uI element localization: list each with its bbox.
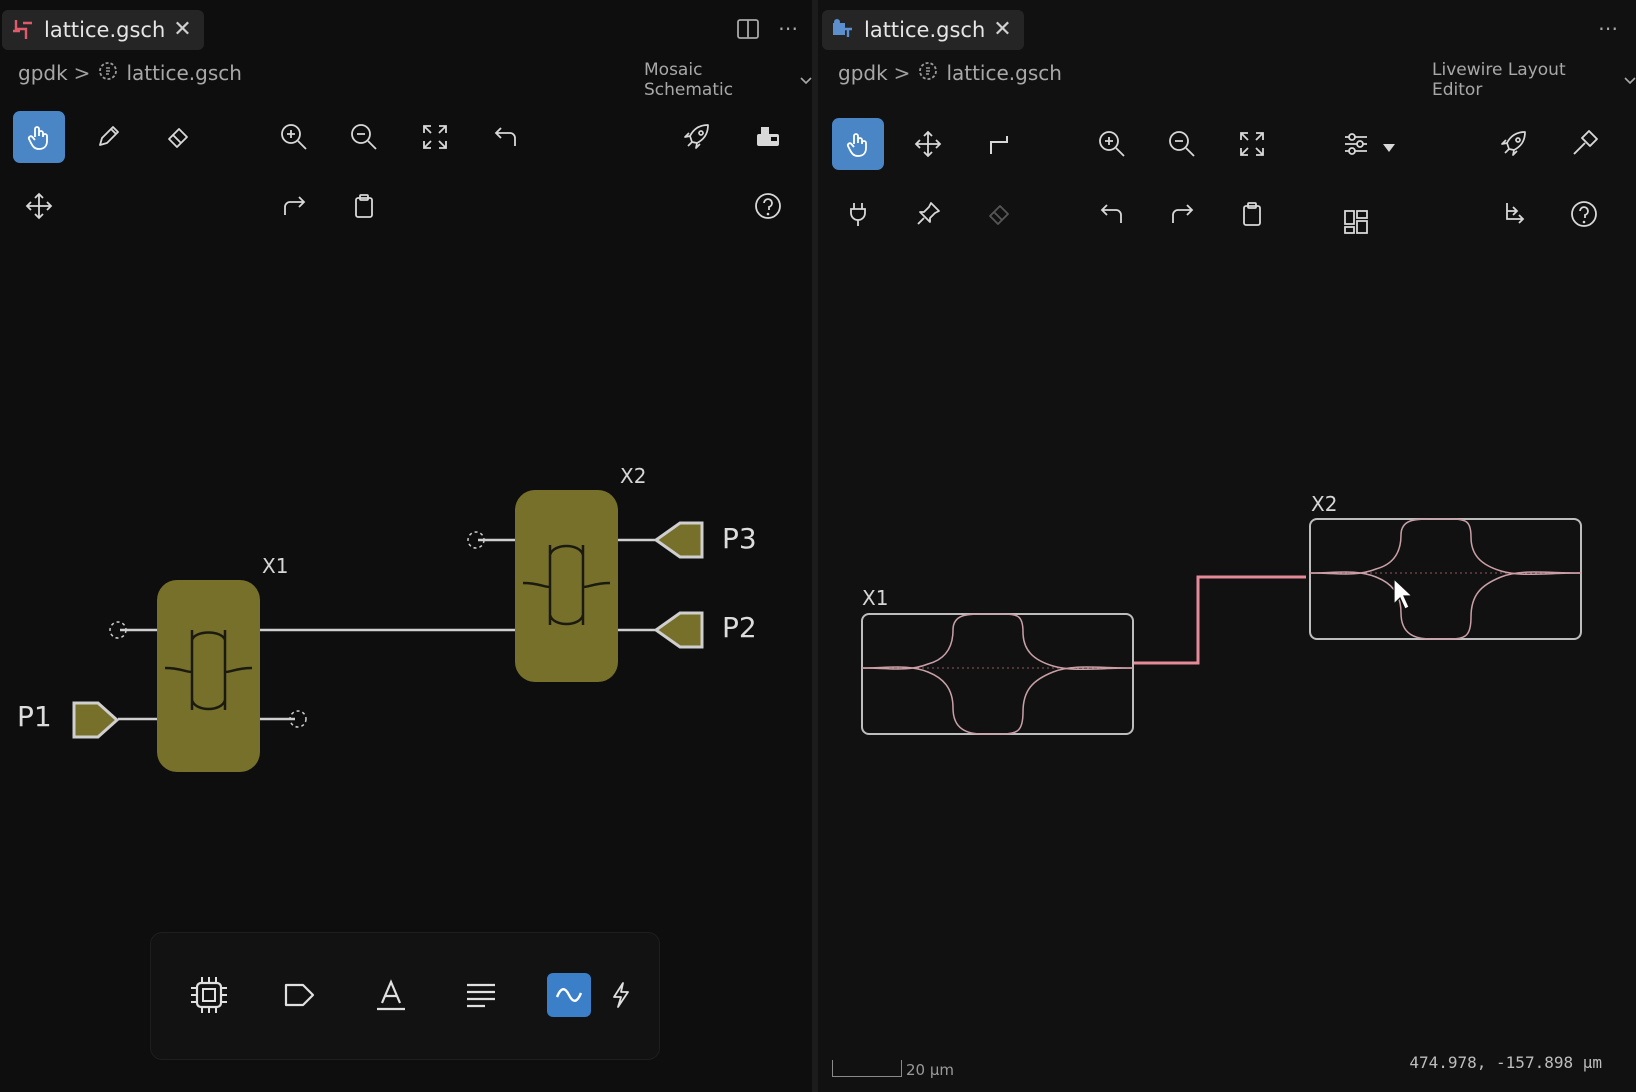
mouse-cursor [1393, 577, 1414, 610]
chip-icon[interactable] [187, 973, 231, 1017]
component-label-x1: X1 [862, 586, 889, 610]
schematic-editor-pane: lattice.gsch ✕ ⋯ gpdk > lattice.gsch Mos… [0, 0, 812, 1092]
component-label-x1: X1 [262, 554, 289, 578]
lightning-icon[interactable] [599, 973, 643, 1017]
scale-bar [832, 1060, 902, 1077]
layout-cell-x2 [1309, 518, 1582, 640]
component-label-x2: X2 [1311, 492, 1338, 516]
layout-canvas[interactable] [818, 0, 1636, 1092]
component-palette [150, 932, 660, 1060]
port-p3-shape [653, 521, 704, 559]
cursor-coordinates: 474.978, -157.898 μm [1409, 1053, 1602, 1072]
component-x1 [157, 580, 260, 772]
schematic-canvas[interactable] [0, 0, 812, 1092]
port-tag-icon[interactable] [277, 973, 321, 1017]
port-label-p3: P3 [722, 522, 757, 555]
align-icon[interactable] [459, 973, 503, 1017]
component-label-x2: X2 [620, 464, 647, 488]
route-x1-x2 [1133, 575, 1306, 665]
layout-editor-pane: lattice.gsch ✕ ⋯ gpdk > lattice.gsch Liv… [818, 0, 1636, 1092]
component-x2 [515, 490, 618, 682]
port-p1-shape [72, 701, 120, 739]
port-label-p2: P2 [722, 611, 757, 644]
layout-cell-x1 [861, 613, 1134, 735]
port-label-p1: P1 [17, 700, 52, 733]
waveguide-icon[interactable] [547, 973, 591, 1017]
scale-bar-label: 20 μm [906, 1061, 955, 1079]
text-icon[interactable] [369, 973, 413, 1017]
port-p2-shape [653, 611, 704, 649]
